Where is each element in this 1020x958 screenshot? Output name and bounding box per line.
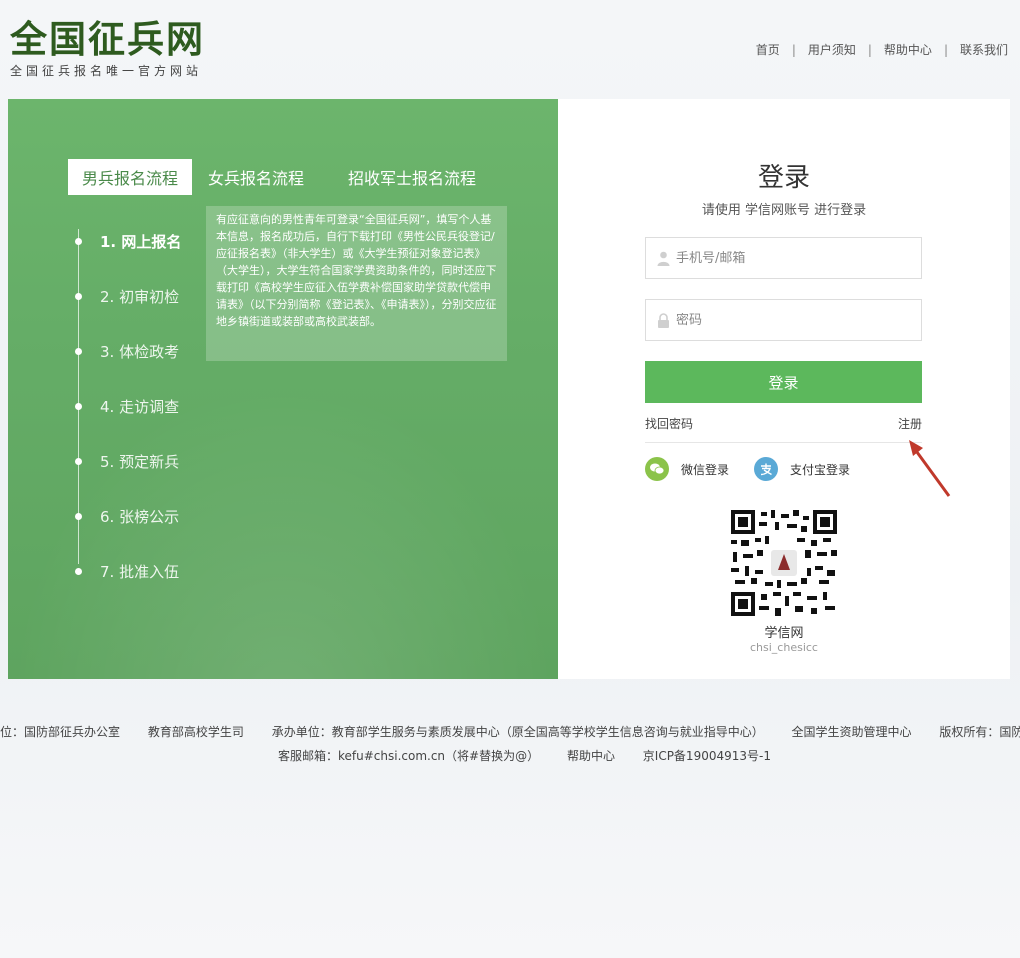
step-5[interactable]: 5. 预定新兵: [75, 449, 180, 473]
step-info-box: 有应征意向的男性青年可登录“全国征兵网”，填写个人基本信息，报名成功后，自行下载…: [206, 206, 507, 361]
user-icon: [656, 250, 670, 266]
step-2[interactable]: 2. 初审初检: [75, 284, 180, 308]
lock-icon: [656, 312, 670, 328]
top-nav: 首页 | 用户须知 | 帮助中心 | 联系我们: [756, 41, 1008, 58]
login-subtitle: 请使用 学信网账号 进行登录: [701, 203, 867, 218]
nav-help-center[interactable]: 帮助中心: [884, 41, 932, 58]
footer-undertaker: 承办单位：教育部学生服务与素质发展中心（原全国高等学校学生信息咨询与就业指导中心…: [271, 725, 764, 739]
wechat-login-label: 微信登录: [681, 462, 730, 477]
footer-email: 客服邮箱：kefu#chsi.com.cn（将#替换为@）: [278, 749, 540, 763]
tab-nco-process[interactable]: 招收军士报名流程: [334, 159, 490, 195]
step-label: 6. 张榜公示: [100, 507, 180, 526]
footer-aid-center: 全国学生资助管理中心: [791, 725, 912, 739]
step-7[interactable]: 7. 批准入伍: [75, 559, 180, 583]
wechat-icon: [645, 457, 669, 481]
tab-female-process[interactable]: 女兵报名流程: [194, 159, 318, 195]
login-links: 找回密码 注册: [645, 415, 922, 432]
step-label: 5. 预定新兵: [100, 452, 180, 471]
step-dot: [75, 512, 82, 520]
site-logo[interactable]: 全国征兵网 全国征兵报名唯一官方网站: [10, 18, 205, 79]
login-button[interactable]: 登录: [645, 361, 922, 403]
step-label: 2. 初审初检: [100, 287, 180, 306]
footer-organizer: 位：国防部征兵办公室: [0, 725, 121, 739]
step-label: 3. 体检政考: [100, 342, 180, 361]
step-dot: [75, 292, 82, 300]
password-field[interactable]: [645, 299, 922, 341]
step-label: 4. 走访调查: [100, 397, 180, 416]
footer-copyright: 版权所有：国防部征兵: [939, 725, 1020, 739]
logo-subtitle: 全国征兵报名唯一官方网站: [10, 64, 203, 78]
step-label: 7. 批准入伍: [100, 562, 180, 581]
process-steps: 1. 网上报名 2. 初审初检 3. 体检政考 4. 走访调查 5. 预定新兵 …: [75, 209, 208, 581]
password-input[interactable]: [676, 312, 906, 328]
steps-timeline: [78, 229, 79, 564]
username-field[interactable]: [645, 237, 922, 279]
footer-moe-dept: 教育部高校学生司: [147, 725, 244, 739]
tab-male-process[interactable]: 男兵报名流程: [68, 159, 193, 195]
wechat-login[interactable]: 微信登录: [645, 457, 729, 481]
step-4[interactable]: 4. 走访调查: [75, 394, 180, 418]
nav-separator: |: [867, 42, 872, 57]
qr-account-name: 学信网: [764, 626, 804, 641]
qr-code: [731, 510, 837, 616]
logo-title: 全国征兵网: [10, 18, 205, 61]
step-dot: [75, 402, 82, 410]
alipay-login[interactable]: 支付宝登录: [754, 457, 850, 481]
nav-separator: |: [791, 42, 796, 57]
step-dot: [75, 567, 82, 575]
step-6[interactable]: 6. 张榜公示: [75, 504, 180, 528]
step-dot: [75, 457, 82, 465]
nav-user-notice[interactable]: 用户须知: [808, 41, 856, 58]
nav-contact-us[interactable]: 联系我们: [960, 41, 1008, 58]
nav-separator: |: [943, 42, 948, 57]
footer-icp[interactable]: 京ICP备19004913号-1: [643, 749, 771, 763]
username-input[interactable]: [676, 250, 906, 266]
footer-line-2: 客服邮箱：kefu#chsi.com.cn（将#替换为@） 帮助中心 京ICP备…: [278, 747, 795, 764]
step-3[interactable]: 3. 体检政考: [75, 339, 180, 363]
step-label: 1. 网上报名: [100, 232, 182, 251]
forgot-password-link[interactable]: 找回密码: [645, 417, 693, 431]
annotation-arrow-icon: [909, 440, 951, 497]
login-card: 登录 请使用 学信网账号 进行登录 登录 找回密码 注册 微信登录 支付宝登录: [558, 99, 1010, 679]
footer-line-1: 位：国防部征兵办公室 教育部高校学生司 承办单位：教育部学生服务与素质发展中心（…: [0, 723, 1020, 740]
step-1[interactable]: 1. 网上报名: [75, 229, 182, 253]
alipay-icon: [754, 457, 778, 481]
qr-account-id: chsi_chesicc: [750, 641, 818, 654]
register-link[interactable]: 注册: [898, 415, 922, 432]
process-panel: 男兵报名流程 女兵报名流程 招收军士报名流程 1. 网上报名 2. 初审初检 3…: [8, 99, 558, 679]
nav-home[interactable]: 首页: [756, 41, 780, 58]
process-tabs: 男兵报名流程 女兵报名流程 招收军士报名流程: [68, 159, 490, 195]
divider: [645, 442, 922, 443]
footer-help-link[interactable]: 帮助中心: [567, 749, 615, 763]
step-dot: [75, 347, 82, 355]
login-title: 登录: [757, 163, 810, 193]
step-dot: [75, 237, 82, 245]
alipay-login-label: 支付宝登录: [790, 462, 851, 477]
